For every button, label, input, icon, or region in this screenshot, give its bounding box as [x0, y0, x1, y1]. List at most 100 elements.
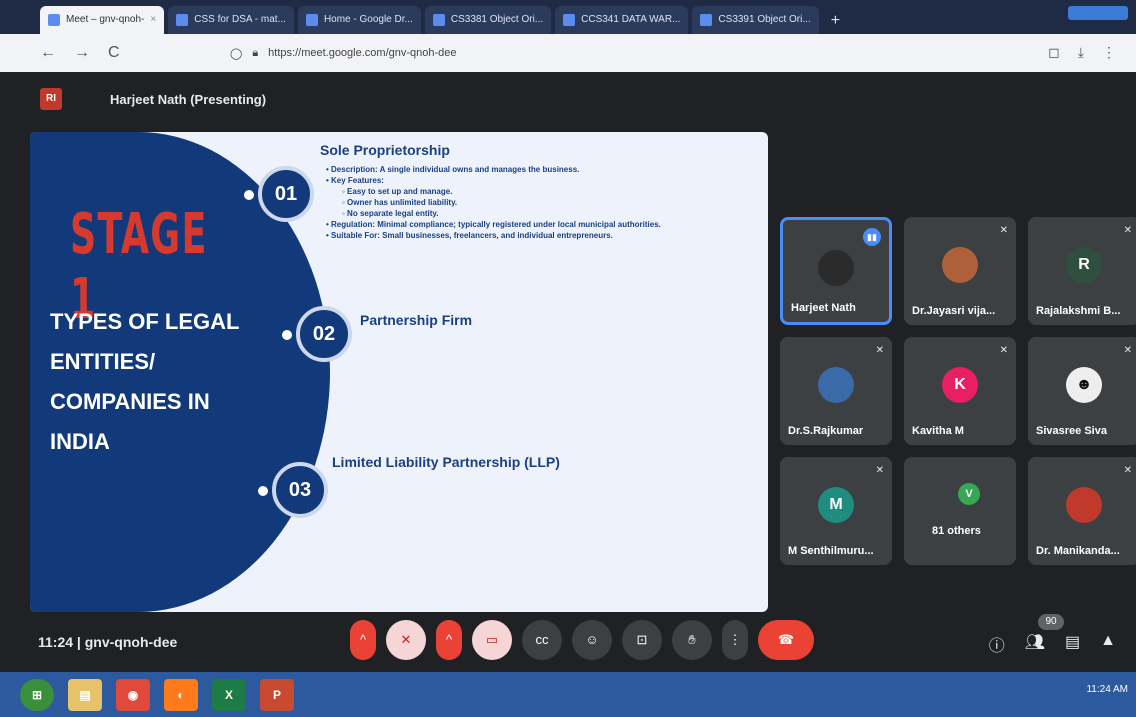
url-bar[interactable]: ◯ 🔒︎ https://meet.google.com/gnv-qnoh-de… — [230, 42, 930, 64]
meet-header: RI Harjeet Nath (Presenting) — [40, 88, 266, 110]
raise-hand-icon[interactable]: ✋︎ — [672, 620, 712, 660]
speaking-indicator-icon: ▮▮ — [863, 228, 881, 246]
close-icon[interactable]: × — [150, 14, 156, 34]
more-options-icon[interactable]: ⋮ — [722, 620, 748, 660]
navigation-bar: ← → C ◯ 🔒︎ https://meet.google.com/gnv-q… — [0, 34, 1136, 72]
meeting-time-code: 11:24 | gnv-qnoh-dee — [38, 634, 178, 650]
excel-icon[interactable]: X — [212, 678, 246, 711]
download-icon[interactable]: ⤓ — [1078, 44, 1084, 61]
item-heading: Limited Liability Partnership (LLP) — [332, 454, 560, 470]
mic-off-icon: ✕ — [1123, 345, 1132, 356]
camera-off-icon[interactable]: ▭ — [472, 620, 512, 660]
desc-line: • Suitable For: Small businesses, freela… — [326, 231, 613, 240]
tab-google-drive[interactable]: Home - Google Dr... — [297, 6, 421, 34]
participant-tile[interactable]: ✕ R Rajalakshmi B... — [1028, 217, 1136, 325]
file-explorer-icon[interactable]: ▤ — [68, 678, 102, 711]
item-heading: Partnership Firm — [360, 312, 473, 328]
timeline-dot — [242, 188, 256, 202]
tab-label: CS3391 Object Ori... — [718, 14, 811, 25]
participant-tile[interactable]: ✕ K Kavitha M — [904, 337, 1016, 445]
window-controls[interactable] — [1068, 6, 1128, 20]
tab-ccs341[interactable]: CCS341 DATA WAR... — [555, 6, 689, 34]
extensions-icon[interactable]: ⋮ — [1102, 44, 1116, 61]
timeline-dot — [280, 328, 294, 342]
participant-name: Dr. Manikanda... — [1036, 545, 1120, 557]
info-icon[interactable]: ⓘ — [989, 632, 1005, 656]
end-call-button[interactable]: ☎︎ — [758, 620, 814, 660]
avatar: K — [942, 367, 978, 403]
mic-off-icon[interactable]: ✕ — [386, 620, 426, 660]
mic-off-icon: ✕ — [999, 225, 1008, 236]
start-icon[interactable]: ⊞ — [20, 678, 54, 711]
video-options-button[interactable]: ^ — [436, 620, 462, 660]
item-heading: Sole Proprietorship — [320, 142, 450, 158]
tab-cs3391[interactable]: CS3391 Object Ori... — [692, 6, 819, 34]
types-line: ENTITIES/ — [50, 349, 156, 374]
new-tab-button[interactable]: + — [823, 12, 848, 34]
reload-icon[interactable]: C — [108, 44, 120, 62]
avatar — [818, 367, 854, 403]
desc-line: • Description: A single individual owns … — [326, 165, 580, 174]
lock-icon: 🔒︎ — [252, 46, 259, 59]
avatar: R — [1066, 247, 1102, 283]
tab-meet[interactable]: Meet – gnv-qnoh- × — [40, 6, 165, 34]
pocket-icon[interactable]: ◻ — [1048, 44, 1060, 61]
participant-tile[interactable]: ✕ Dr.S.Rajkumar — [780, 337, 892, 445]
os-taskbar: ⊞ ▤ ◉ ◐ X P 11:24 AM — [0, 672, 1136, 717]
system-clock: 11:24 AM — [1086, 684, 1128, 695]
item-number-01: 01 — [258, 166, 314, 222]
avatar: V — [958, 483, 980, 505]
avatar — [942, 247, 978, 283]
types-line: COMPANIES IN — [50, 389, 210, 414]
participant-name: Dr.S.Rajkumar — [788, 425, 864, 437]
tab-css-dsa[interactable]: CSS for DSA - mat... — [168, 6, 294, 34]
tab-cs3381[interactable]: CS3381 Object Ori... — [424, 6, 552, 34]
participant-tile[interactable]: ✕ Dr. Manikanda... — [1028, 457, 1136, 565]
desc-line: • Key Features: — [326, 176, 384, 185]
participant-name: 81 others — [932, 525, 981, 537]
chrome-icon[interactable]: ◉ — [116, 678, 150, 711]
timeline-dot — [256, 484, 270, 498]
avatar: ☻ — [1066, 367, 1102, 403]
meet-icon — [48, 14, 60, 26]
tab-icon — [432, 14, 445, 26]
presenter-logo: RI — [40, 88, 62, 110]
people-icon[interactable]: 👥︎ — [1025, 632, 1045, 656]
presenter-label: Harjeet Nath (Presenting) — [110, 91, 267, 107]
tab-icon — [563, 14, 576, 26]
participant-tile[interactable]: ✕ Dr.Jayasri vija... — [904, 217, 1016, 325]
participant-name: Rajalakshmi B... — [1036, 305, 1121, 317]
mic-off-icon: ✕ — [999, 345, 1008, 356]
captions-icon[interactable]: cc — [522, 620, 562, 660]
types-heading: TYPES OF LEGAL ENTITIES/ COMPANIES IN IN… — [50, 302, 290, 462]
forward-icon[interactable]: → — [74, 44, 90, 62]
shield-icon: ◯ — [230, 47, 243, 60]
emoji-icon[interactable]: ☺ — [572, 620, 612, 660]
powerpoint-icon[interactable]: P — [260, 678, 294, 711]
types-line: INDIA — [50, 429, 110, 454]
firefox-icon[interactable]: ◐ — [164, 678, 198, 711]
side-controls: ⓘ 👥︎ ▤ ▲ — [989, 632, 1116, 656]
item-number-03: 03 — [272, 462, 328, 518]
participant-tile[interactable]: ▮▮ Harjeet Nath — [780, 217, 892, 325]
mic-off-icon: ✕ — [1123, 225, 1132, 236]
url-text[interactable]: https://meet.google.com/gnv-qnoh-dee — [268, 47, 456, 59]
tab-icon — [700, 14, 713, 26]
participant-tile[interactable]: ✕ ☻ Sivasree Siva — [1028, 337, 1136, 445]
participant-name: Sivasree Siva — [1036, 425, 1107, 437]
avatar — [1066, 487, 1102, 523]
back-icon[interactable]: ← — [40, 44, 56, 62]
mic-off-icon: ✕ — [875, 345, 884, 356]
call-controls: ^ ✕ ^ ▭ cc ☺ ⊡ ✋︎ ⋮ ☎︎ — [350, 620, 814, 660]
audio-options-button[interactable]: ^ — [350, 620, 376, 660]
participant-name: Harjeet Nath — [791, 302, 856, 314]
meeting-time: 11:24 — [38, 634, 74, 650]
present-icon[interactable]: ⊡ — [622, 620, 662, 660]
others-tile[interactable]: V 81 others — [904, 457, 1016, 565]
chat-icon[interactable]: ▤ — [1065, 632, 1080, 656]
activities-icon[interactable]: ▲ — [1100, 632, 1116, 656]
participant-tile[interactable]: ✕ M M Senthilmuru... — [780, 457, 892, 565]
desc-line: ◦ Owner has unlimited liability. — [342, 198, 458, 207]
tab-label: CSS for DSA - mat... — [194, 14, 286, 25]
nav-right-icons: ◻ ⤓ ⋮ — [1048, 44, 1116, 61]
